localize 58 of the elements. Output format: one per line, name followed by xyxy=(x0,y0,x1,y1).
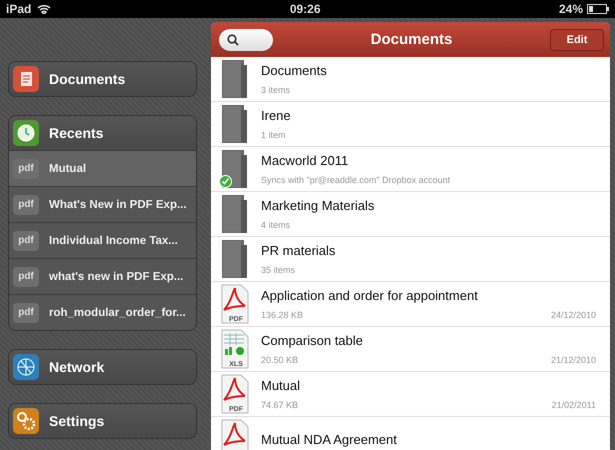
file-date: 21/12/2010 xyxy=(550,355,596,365)
file-detail: 35 items xyxy=(261,265,296,275)
file-name: Macworld 2011 xyxy=(261,153,350,168)
pdf-badge: pdf xyxy=(13,194,39,214)
file-name: Documents xyxy=(261,63,328,78)
file-detail: 20.50 KB xyxy=(261,355,298,365)
pdf-file-icon xyxy=(221,374,249,414)
file-detail: 136.28 KB xyxy=(261,310,304,320)
file-name: Irene xyxy=(261,108,292,123)
documents-icon xyxy=(13,66,39,92)
recent-file-item[interactable]: pdf Individual Income Tax... xyxy=(9,222,196,258)
file-name: Comparison table xyxy=(261,333,364,348)
globe-icon xyxy=(13,354,39,380)
clock-icon xyxy=(13,120,39,146)
recent-file-item[interactable]: pdf what's new in PDF Exp... xyxy=(9,258,196,294)
file-row[interactable]: Macworld 2011 Syncs with "pr@readdle.com" Dropbox account xyxy=(211,147,610,192)
file-detail: 3 items xyxy=(261,85,290,95)
file-detail: 1 item xyxy=(261,130,286,140)
pdf-badge: pdf xyxy=(13,230,39,250)
file-row[interactable]: Documents 3 items xyxy=(211,57,610,102)
panel-title: Documents xyxy=(370,31,454,48)
folder-icon xyxy=(221,239,249,279)
pdf-badge: pdf xyxy=(13,266,39,286)
pdf-badge: pdf xyxy=(13,158,39,178)
edit-button[interactable]: Edit xyxy=(550,28,604,50)
sidebar-item[interactable]: Network xyxy=(9,350,196,384)
file-detail: 4 items xyxy=(261,220,290,230)
recent-file-item[interactable]: pdf roh_modular_order_for... xyxy=(9,294,196,330)
folder-icon xyxy=(221,104,249,144)
file-date: 21/02/2011 xyxy=(552,400,596,410)
file-row[interactable]: Mutual NDA Agreement xyxy=(211,417,610,450)
pdf-file-icon xyxy=(221,284,249,324)
file-name: Marketing Materials xyxy=(261,198,376,213)
file-row[interactable]: Marketing Materials 4 items xyxy=(211,192,610,237)
recent-file-item[interactable]: pdf Mutual xyxy=(9,150,196,186)
clock-time: 09:26 xyxy=(290,2,321,16)
wifi-icon xyxy=(37,4,52,14)
file-detail: 74.67 KB xyxy=(261,400,298,410)
file-row[interactable]: PR materials 35 items xyxy=(211,237,610,282)
folder-icon xyxy=(221,59,249,99)
battery-percentage: 24% xyxy=(558,2,584,16)
battery-icon xyxy=(587,4,610,14)
device-name: iPad xyxy=(6,2,32,16)
file-name: Application and order for appointment xyxy=(261,288,479,303)
search-field[interactable] xyxy=(219,28,273,50)
sidebar-item[interactable]: Documents xyxy=(9,62,196,96)
file-date: 24/12/2010 xyxy=(550,310,596,320)
file-detail: Syncs with "pr@readdle.com" Dropbox account xyxy=(261,175,450,185)
file-row[interactable]: Irene 1 item xyxy=(211,102,610,147)
folder-icon xyxy=(221,194,249,234)
file-name: Mutual xyxy=(261,378,302,393)
file-name: PR materials xyxy=(261,243,336,258)
search-icon xyxy=(227,34,239,46)
recent-file-item[interactable]: pdf What's New in PDF Exp... xyxy=(9,186,196,222)
sidebar-item[interactable]: Settings xyxy=(9,404,196,438)
pdf-badge: pdf xyxy=(13,302,39,322)
spreadsheet-file-icon xyxy=(221,329,249,369)
file-name: Mutual NDA Agreement xyxy=(261,432,398,446)
